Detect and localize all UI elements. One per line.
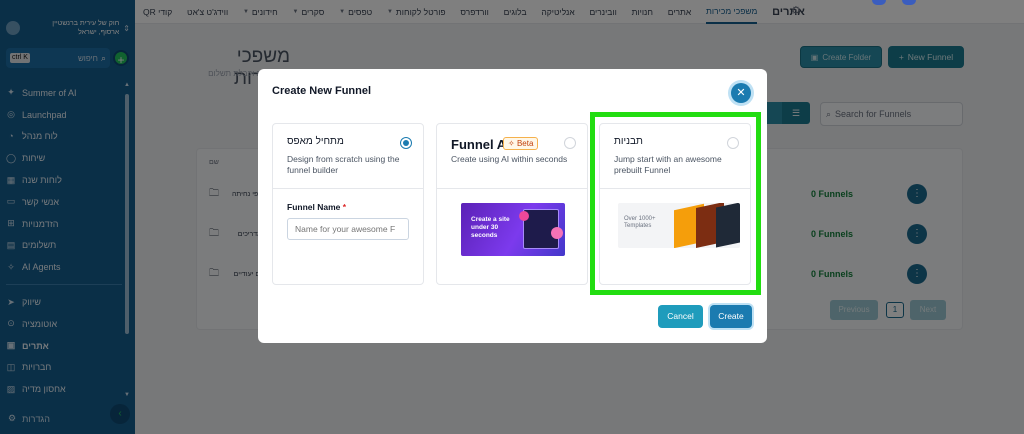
option-title: Funnel AI	[451, 137, 510, 152]
cancel-button[interactable]: Cancel	[658, 305, 703, 328]
preview-caption: Create a site under 30 seconds	[471, 216, 510, 239]
sparkle-icon: ✧	[508, 139, 515, 148]
option-radio[interactable]	[400, 137, 412, 149]
modal-title: Create New Funnel	[272, 85, 372, 97]
option-description: Design from scratch using the funnel bui…	[287, 154, 400, 175]
option-radio[interactable]	[564, 137, 576, 149]
highlight-box	[590, 112, 761, 295]
card-divider	[437, 188, 587, 189]
option-card-funnel-ai[interactable]: Funnel AI ✧ Beta Create using AI within …	[436, 123, 588, 285]
funnel-name-input[interactable]	[287, 218, 409, 240]
card-divider	[273, 188, 423, 189]
option-title: מתחיל מאפס	[287, 136, 344, 147]
option-description: Create using AI within seconds	[451, 154, 568, 164]
required-marker: *	[342, 202, 347, 212]
funnel-ai-preview-image: Create a site under 30 seconds	[461, 203, 565, 256]
option-card-from-scratch[interactable]: מתחיל מאפס Design from scratch using the…	[272, 123, 424, 285]
funnel-name-label: Funnel Name *	[287, 202, 347, 212]
close-icon[interactable]: ✕	[731, 83, 751, 103]
beta-badge: ✧ Beta	[503, 137, 539, 150]
create-button[interactable]: Create	[710, 305, 752, 328]
